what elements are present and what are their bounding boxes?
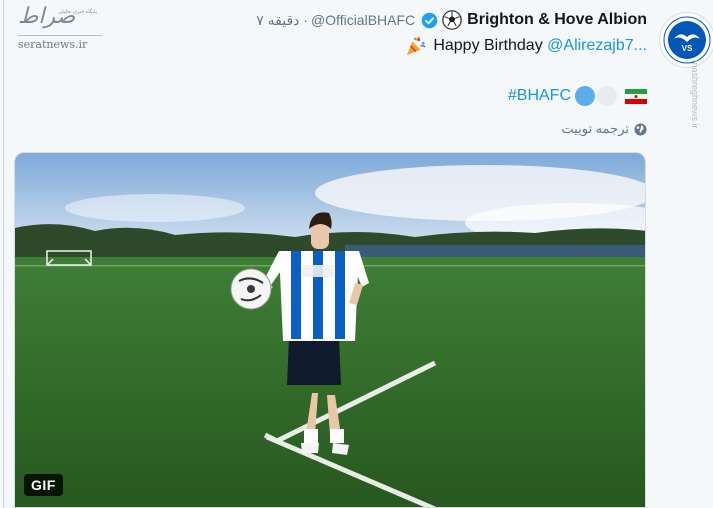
left-divider (3, 0, 4, 508)
seagull-crest-icon: VS (661, 14, 713, 66)
translate-tweet-link[interactable]: ترجمه توییت (561, 119, 647, 139)
mention-link[interactable]: @Alirezajb7... (547, 37, 647, 55)
soccer-ball-icon (442, 10, 462, 30)
tweet-header: ۷ دقیقه · @OfficialBHAFC Brighton & Hove… (256, 9, 647, 31)
svg-text:VS: VS (682, 44, 693, 53)
white-circle-icon (597, 86, 617, 106)
side-watermark: mashreghnews.ir (690, 60, 700, 129)
tweet-text-line: Happy Birthday @Alirezajb7... (405, 35, 647, 57)
gif-badge: GIF (24, 474, 63, 496)
hashtag-line: #BHAFC (508, 85, 647, 107)
football (230, 268, 272, 310)
tweet-time[interactable]: ۷ دقیقه · (256, 12, 308, 29)
watermark-site: seratnews.ir (18, 38, 88, 51)
tweet-handle[interactable]: @OfficialBHAFC (311, 12, 415, 28)
tweet-media-gif[interactable] (14, 152, 646, 508)
display-name[interactable]: Brighton & Hove Albion (467, 11, 647, 29)
verified-badge-icon (421, 12, 438, 28)
hashtag-link[interactable]: #BHAFC (508, 87, 571, 105)
watermark-subtext: پایگاه خبری تحلیلی (58, 9, 97, 15)
watermark-underline (18, 35, 102, 36)
blue-circle-icon (575, 86, 595, 106)
gif-frame-image (15, 153, 645, 507)
news-watermark: صراط پایگاه خبری تحلیلی seratnews.ir (18, 4, 104, 52)
translate-label: ترجمه توییت (561, 121, 629, 136)
party-popper-icon (407, 36, 426, 56)
iran-flag-icon (625, 88, 647, 104)
birthday-text: Happy Birthday (433, 37, 543, 54)
globe-icon (634, 122, 647, 136)
watermark-logo-text: صراط (18, 4, 76, 29)
